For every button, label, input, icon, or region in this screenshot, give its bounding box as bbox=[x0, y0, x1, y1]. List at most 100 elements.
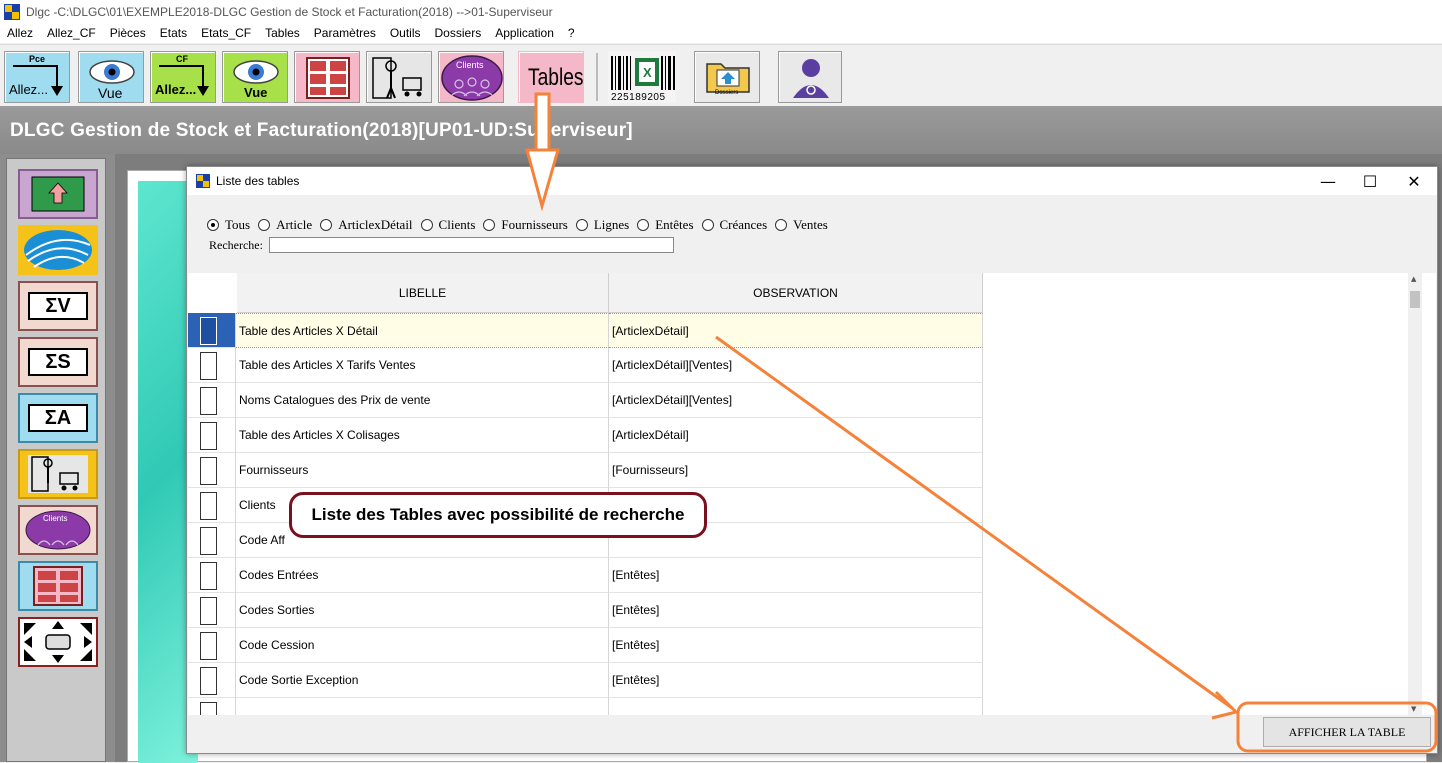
cell-libelle[interactable] bbox=[236, 698, 609, 715]
menu-application[interactable]: Application bbox=[488, 24, 561, 43]
filter-tous[interactable]: Tous bbox=[207, 217, 250, 233]
tables-dialog: Liste des tables — ☐ ✕ Tous Article Arti… bbox=[186, 166, 1438, 754]
cell-libelle[interactable]: Fournisseurs bbox=[236, 453, 609, 488]
cell-observation[interactable] bbox=[609, 698, 983, 715]
vue-cf-label: Vue bbox=[244, 85, 268, 100]
cell-libelle[interactable]: Table des Articles X Colisages bbox=[236, 418, 609, 453]
sidebar-sigma-s-button[interactable]: ΣS bbox=[18, 337, 98, 387]
menu-etats-cf[interactable]: Etats_CF bbox=[194, 24, 258, 43]
menu-tables[interactable]: Tables bbox=[258, 24, 307, 43]
close-button[interactable]: ✕ bbox=[1391, 167, 1437, 195]
row-selector[interactable] bbox=[188, 698, 236, 715]
cell-observation[interactable]: [ArticlexDétail][Ventes] bbox=[609, 348, 983, 383]
sidebar-home-button[interactable] bbox=[18, 169, 98, 219]
table-row[interactable]: Table des Articles X Détail [ArticlexDéta… bbox=[188, 313, 983, 348]
sidebar-clients-button[interactable]: Clients bbox=[18, 505, 98, 555]
cell-libelle[interactable]: Table des Articles X Détail bbox=[236, 313, 609, 348]
table-row[interactable]: Codes Entrées [Entêtes] bbox=[188, 558, 983, 593]
search-input[interactable] bbox=[269, 237, 674, 253]
sidebar-supplier-button[interactable] bbox=[18, 449, 98, 499]
scroll-up-icon[interactable]: ▲ bbox=[1411, 275, 1416, 283]
table-row[interactable]: Table des Articles X Colisages [ArticlexD… bbox=[188, 418, 983, 453]
cell-observation[interactable]: [ArticlexDétail] bbox=[609, 418, 983, 453]
grid-header: LIBELLE OBSERVATION bbox=[237, 273, 983, 313]
menu-parametres[interactable]: Paramètres bbox=[307, 24, 383, 43]
row-selector[interactable] bbox=[188, 488, 236, 523]
row-checkbox-icon bbox=[200, 667, 217, 695]
row-selector[interactable] bbox=[188, 663, 236, 698]
sidebar-sigma-v-button[interactable]: ΣV bbox=[18, 281, 98, 331]
supplier-button[interactable] bbox=[366, 51, 432, 103]
table-row[interactable] bbox=[188, 698, 983, 715]
minimize-button[interactable]: — bbox=[1305, 167, 1351, 195]
radio-icon bbox=[320, 219, 333, 231]
table-row[interactable]: Code Sortie Exception [Entêtes] bbox=[188, 663, 983, 698]
filter-entetes[interactable]: Entêtes bbox=[637, 217, 694, 233]
allez-pce-button[interactable]: Pce Allez... bbox=[4, 51, 70, 103]
row-selector[interactable] bbox=[188, 593, 236, 628]
user-button[interactable] bbox=[778, 51, 842, 103]
stock-grid-button[interactable] bbox=[294, 51, 360, 103]
row-selector[interactable] bbox=[188, 348, 236, 383]
row-selector[interactable] bbox=[188, 628, 236, 663]
menu-help[interactable]: ? bbox=[561, 24, 582, 43]
menu-etats[interactable]: Etats bbox=[153, 24, 194, 43]
filter-article[interactable]: Article bbox=[258, 217, 312, 233]
filter-fournisseurs[interactable]: Fournisseurs bbox=[483, 217, 568, 233]
cell-libelle[interactable]: Codes Sorties bbox=[236, 593, 609, 628]
filter-articlexdetail[interactable]: ArticlexDétail bbox=[320, 217, 413, 233]
afficher-table-button[interactable]: AFFICHER LA TABLE bbox=[1263, 717, 1431, 747]
menu-allez-cf[interactable]: Allez_CF bbox=[40, 24, 103, 43]
tables-button[interactable]: Tables bbox=[518, 51, 584, 103]
scroll-thumb[interactable] bbox=[1410, 291, 1420, 308]
clients-button[interactable]: Clients bbox=[438, 51, 504, 103]
sidebar-expand-button[interactable] bbox=[18, 617, 98, 667]
sidebar-sigma-a-button[interactable]: ΣA bbox=[18, 393, 98, 443]
cell-observation[interactable]: [Entêtes] bbox=[609, 593, 983, 628]
table-row[interactable]: Codes Sorties [Entêtes] bbox=[188, 593, 983, 628]
row-selector[interactable] bbox=[188, 558, 236, 593]
column-header-observation[interactable]: OBSERVATION bbox=[609, 273, 983, 313]
column-header-libelle[interactable]: LIBELLE bbox=[237, 273, 609, 313]
vue-pieces-button[interactable]: Vue bbox=[78, 51, 144, 103]
menu-outils[interactable]: Outils bbox=[383, 24, 428, 43]
menu-allez[interactable]: Allez bbox=[0, 24, 40, 43]
cell-observation[interactable]: [Fournisseurs] bbox=[609, 453, 983, 488]
filter-lignes[interactable]: Lignes bbox=[575, 217, 629, 233]
vertical-scrollbar[interactable]: ▲ ▼ bbox=[1408, 273, 1422, 715]
filter-creances[interactable]: Créances bbox=[701, 217, 767, 233]
cell-libelle[interactable]: Codes Entrées bbox=[236, 558, 609, 593]
row-selector[interactable] bbox=[188, 383, 236, 418]
cell-observation[interactable]: [ArticlexDétail] bbox=[609, 313, 983, 348]
cell-observation[interactable]: [Entêtes] bbox=[609, 628, 983, 663]
table-row[interactable]: Fournisseurs [Fournisseurs] bbox=[188, 453, 983, 488]
row-selector[interactable] bbox=[188, 453, 236, 488]
cell-observation[interactable]: [Entêtes] bbox=[609, 663, 983, 698]
filter-clients[interactable]: Clients bbox=[420, 217, 475, 233]
cell-libelle[interactable]: Code Sortie Exception bbox=[236, 663, 609, 698]
sidebar-globe-button[interactable] bbox=[18, 225, 98, 275]
table-row[interactable]: Noms Catalogues des Prix de vente [Articl… bbox=[188, 383, 983, 418]
cell-observation[interactable]: [Entêtes] bbox=[609, 558, 983, 593]
cell-libelle[interactable]: Noms Catalogues des Prix de vente bbox=[236, 383, 609, 418]
cell-libelle[interactable]: Code Cession bbox=[236, 628, 609, 663]
vue-cf-button[interactable]: Vue bbox=[222, 51, 288, 103]
cell-observation[interactable]: [ArticlexDétail][Ventes] bbox=[609, 383, 983, 418]
table-row[interactable]: Code Cession [Entêtes] bbox=[188, 628, 983, 663]
maximize-button[interactable]: ☐ bbox=[1347, 167, 1393, 195]
sidebar-shelves-button[interactable] bbox=[18, 561, 98, 611]
scroll-down-icon[interactable]: ▼ bbox=[1411, 705, 1416, 713]
filter-ventes[interactable]: Ventes bbox=[775, 217, 828, 233]
dossiers-label: Dossiers bbox=[715, 90, 739, 96]
filter-label: Fournisseurs bbox=[501, 217, 568, 232]
row-selector[interactable] bbox=[188, 523, 236, 558]
row-selector[interactable] bbox=[188, 418, 236, 453]
menu-pieces[interactable]: Pièces bbox=[103, 24, 153, 43]
cell-libelle[interactable]: Table des Articles X Tarifs Ventes bbox=[236, 348, 609, 383]
table-row[interactable]: Table des Articles X Tarifs Ventes [Artic… bbox=[188, 348, 983, 383]
allez-cf-button[interactable]: CF Allez... bbox=[150, 51, 216, 103]
row-selector[interactable] bbox=[188, 313, 236, 348]
barcode-excel-button[interactable]: X 225189205 bbox=[608, 51, 676, 103]
menu-dossiers[interactable]: Dossiers bbox=[428, 24, 489, 43]
dossiers-button[interactable]: Dossiers bbox=[694, 51, 760, 103]
